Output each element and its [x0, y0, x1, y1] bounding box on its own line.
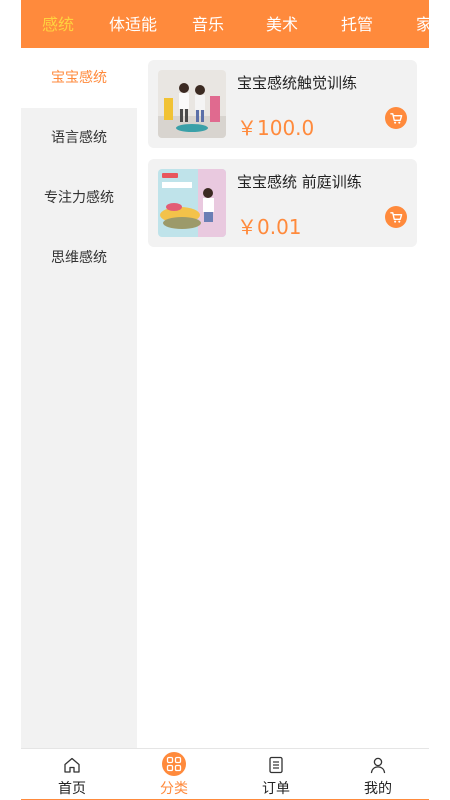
sidebar-item-thinking-sensory[interactable]: 思维感统	[21, 228, 137, 288]
top-tab-fitness[interactable]: 体适能	[109, 0, 157, 48]
top-tab-sensory[interactable]: 感统	[42, 0, 74, 48]
cart-icon	[389, 112, 402, 124]
sidebar-item-language-sensory[interactable]: 语言感统	[21, 108, 137, 168]
sidebar-item-baby-sensory[interactable]: 宝宝感统	[21, 48, 137, 108]
product-thumbnail	[158, 169, 226, 237]
product-card[interactable]: 宝宝感统 前庭训练 ￥0.01	[148, 159, 417, 247]
nav-profile[interactable]: 我的	[327, 749, 429, 800]
product-card[interactable]: 宝宝感统触觉训练 ￥100.0	[148, 60, 417, 148]
user-icon	[368, 755, 388, 775]
grid-icon	[162, 752, 186, 776]
top-tab-art[interactable]: 美术	[266, 0, 298, 48]
nav-home[interactable]: 首页	[21, 749, 123, 800]
nav-orders-label: 订单	[262, 781, 290, 797]
nav-orders[interactable]: 订单	[225, 749, 327, 800]
app-screen: 感统 体适能 音乐 美术 托管 家 宝宝感统 语言感统 专注力感统 思维感统 宝…	[21, 0, 429, 800]
nav-category[interactable]: 分类	[123, 749, 225, 800]
bottom-nav: 首页 分类 订单 我的	[21, 748, 429, 800]
product-price: ￥100.0	[237, 116, 315, 140]
nav-home-label: 首页	[58, 781, 86, 797]
top-tab-music[interactable]: 音乐	[192, 0, 224, 48]
product-name: 宝宝感统触觉训练	[237, 74, 358, 92]
sidebar-item-focus-sensory[interactable]: 专注力感统	[21, 168, 137, 228]
product-price: ￥0.01	[237, 215, 302, 239]
cart-icon	[389, 211, 402, 223]
order-list-icon	[266, 755, 286, 775]
add-to-cart-button[interactable]	[385, 107, 407, 129]
home-icon	[62, 755, 82, 775]
add-to-cart-button[interactable]	[385, 206, 407, 228]
nav-category-label: 分类	[160, 781, 188, 797]
category-sidebar: 宝宝感统 语言感统 专注力感统 思维感统	[21, 48, 137, 748]
top-category-bar: 感统 体适能 音乐 美术 托管 家	[21, 0, 429, 48]
top-tab-home[interactable]: 家	[416, 0, 429, 48]
top-tab-childcare[interactable]: 托管	[341, 0, 373, 48]
product-name: 宝宝感统 前庭训练	[237, 173, 362, 191]
product-thumbnail	[158, 70, 226, 138]
nav-profile-label: 我的	[364, 781, 392, 797]
